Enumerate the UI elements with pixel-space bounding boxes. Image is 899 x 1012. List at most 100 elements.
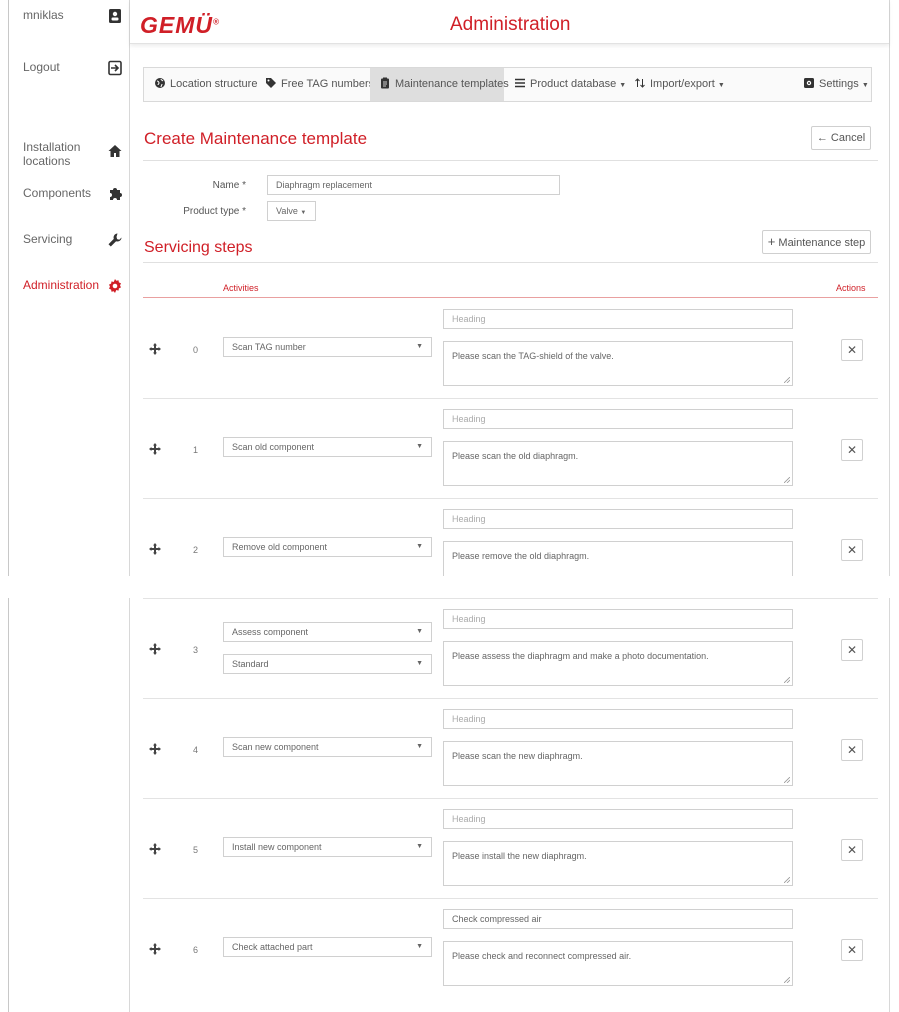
heading-input[interactable]: Heading <box>443 809 793 829</box>
step-row: 3 Assess component ▼ Standard ▼ Heading Pl… <box>143 599 878 699</box>
step-number: 1 <box>193 445 199 455</box>
header-title: Administration <box>450 14 571 35</box>
description-textarea[interactable]: Please scan the TAG-shield of the valve. <box>443 341 793 386</box>
resize-grip-icon[interactable] <box>784 377 790 383</box>
chevron-down-icon: ▼ <box>416 443 423 450</box>
description-textarea[interactable]: Please install the new diaphragm. <box>443 841 793 886</box>
tab-free-tag-numbers[interactable]: Free TAG numbers <box>265 68 374 101</box>
tab-maintenance-templates[interactable]: Maintenance templates <box>370 68 509 101</box>
chevron-down-icon: ▼ <box>861 82 869 89</box>
step-row: 6 Check attached part ▼ Check compressed … <box>143 899 878 999</box>
activity-select[interactable]: Check attached part ▼ <box>223 937 432 957</box>
description-textarea[interactable]: Please check and reconnect compressed ai… <box>443 941 793 986</box>
heading-input[interactable]: Heading <box>443 509 793 529</box>
contact-card-icon <box>109 9 121 23</box>
tab-import-export[interactable]: Import/export ▼ <box>634 68 725 101</box>
close-icon: ✕ <box>846 843 858 857</box>
sort-icon <box>635 78 645 88</box>
chevron-down-icon: ▼ <box>300 210 307 216</box>
sidebar-item-components[interactable]: Components <box>23 186 129 200</box>
product-type-label: Product type * <box>183 206 246 217</box>
drag-handle-icon[interactable] <box>149 543 161 555</box>
heading-input[interactable]: Heading <box>443 709 793 729</box>
brand-logo[interactable]: GEMÜ® <box>140 12 220 39</box>
drag-handle-icon[interactable] <box>149 643 161 655</box>
tab-product-database[interactable]: Product database ▼ <box>514 68 626 101</box>
drag-handle-icon[interactable] <box>149 943 161 955</box>
delete-step-button[interactable]: ✕ <box>841 639 863 661</box>
heading-input[interactable]: Check compressed air <box>443 909 793 929</box>
drag-handle-icon[interactable] <box>149 443 161 455</box>
home-icon <box>108 145 122 157</box>
product-type-select[interactable]: Valve ▼ <box>267 201 316 221</box>
drag-handle-icon[interactable] <box>149 743 161 755</box>
divider <box>143 262 878 263</box>
sidebar-item-servicing[interactable]: Servicing <box>23 232 129 247</box>
resize-grip-icon[interactable] <box>784 677 790 683</box>
resize-grip-icon[interactable] <box>784 477 790 483</box>
description-textarea[interactable]: Please scan the new diaphragm. <box>443 741 793 786</box>
user-menu[interactable]: mniklas <box>23 8 129 23</box>
column-header-actions: Actions <box>836 283 866 293</box>
delete-step-button[interactable]: ✕ <box>841 839 863 861</box>
activity-select[interactable]: Assess component ▼ <box>223 622 432 642</box>
delete-step-button[interactable]: ✕ <box>841 439 863 461</box>
activity-select[interactable]: Remove old component ▼ <box>223 537 432 557</box>
logout-link[interactable]: Logout <box>23 60 129 76</box>
tab-location-structure[interactable]: Location structure <box>154 68 257 101</box>
description-textarea[interactable]: Please assess the diaphragm and make a p… <box>443 641 793 686</box>
delete-step-button[interactable]: ✕ <box>841 939 863 961</box>
divider <box>143 160 878 161</box>
delete-step-button[interactable]: ✕ <box>841 539 863 561</box>
sidebar-divider <box>129 0 130 1012</box>
assessment-type-select[interactable]: Standard ▼ <box>223 654 432 674</box>
sidebar-item-label: Administration <box>23 278 100 292</box>
heading-input[interactable]: Heading <box>443 309 793 329</box>
name-label: Name * <box>212 180 246 191</box>
delete-step-button[interactable]: ✕ <box>841 739 863 761</box>
delete-step-button[interactable]: ✕ <box>841 339 863 361</box>
drag-handle-icon[interactable] <box>149 343 161 355</box>
tab-label: Maintenance templates <box>395 78 509 90</box>
step-row: 5 Install new component ▼ Heading Please … <box>143 799 878 899</box>
step-number: 3 <box>193 645 199 655</box>
chevron-down-icon: ▼ <box>416 628 423 635</box>
cancel-button[interactable]: ← Cancel <box>811 126 871 150</box>
sidebar-item-administration[interactable]: Administration <box>23 278 129 293</box>
heading-input[interactable]: Heading <box>443 609 793 629</box>
tab-settings[interactable]: Settings ▼ <box>803 68 869 101</box>
name-field[interactable]: Diaphragm replacement <box>267 175 560 195</box>
tab-label: Free TAG numbers <box>281 78 375 90</box>
list-icon <box>515 78 525 88</box>
tab-label: Location structure <box>170 78 258 90</box>
tag-icon <box>266 78 276 88</box>
screenshot-split-gap <box>0 576 899 598</box>
add-maintenance-step-button[interactable]: + Maintenance step <box>762 230 871 254</box>
activity-select[interactable]: Scan new component ▼ <box>223 737 432 757</box>
resize-grip-icon[interactable] <box>784 777 790 783</box>
plus-icon: + <box>767 234 776 249</box>
resize-grip-icon[interactable] <box>784 877 790 883</box>
activity-select[interactable]: Install new component ▼ <box>223 837 432 857</box>
close-icon: ✕ <box>846 443 858 457</box>
description-textarea[interactable]: Please scan the old diaphragm. <box>443 441 793 486</box>
gear-icon <box>109 279 121 293</box>
step-number: 6 <box>193 945 199 955</box>
heading-input[interactable]: Heading <box>443 409 793 429</box>
table-header-divider <box>143 297 878 298</box>
drag-handle-icon[interactable] <box>149 843 161 855</box>
chevron-down-icon: ▼ <box>416 743 423 750</box>
wrench-icon <box>108 233 122 247</box>
sidebar-item-installation-locations[interactable]: Installation locations <box>23 140 129 168</box>
chevron-down-icon: ▼ <box>717 82 725 89</box>
resize-grip-icon[interactable] <box>784 977 790 983</box>
activity-select[interactable]: Scan TAG number ▼ <box>223 337 432 357</box>
sign-out-icon <box>108 60 122 76</box>
logout-label: Logout <box>23 60 60 74</box>
chevron-down-icon: ▼ <box>416 343 423 350</box>
close-icon: ✕ <box>846 543 858 557</box>
close-icon: ✕ <box>846 743 858 757</box>
chevron-down-icon: ▼ <box>416 660 423 667</box>
activity-select[interactable]: Scan old component ▼ <box>223 437 432 457</box>
settings-icon <box>804 78 814 88</box>
